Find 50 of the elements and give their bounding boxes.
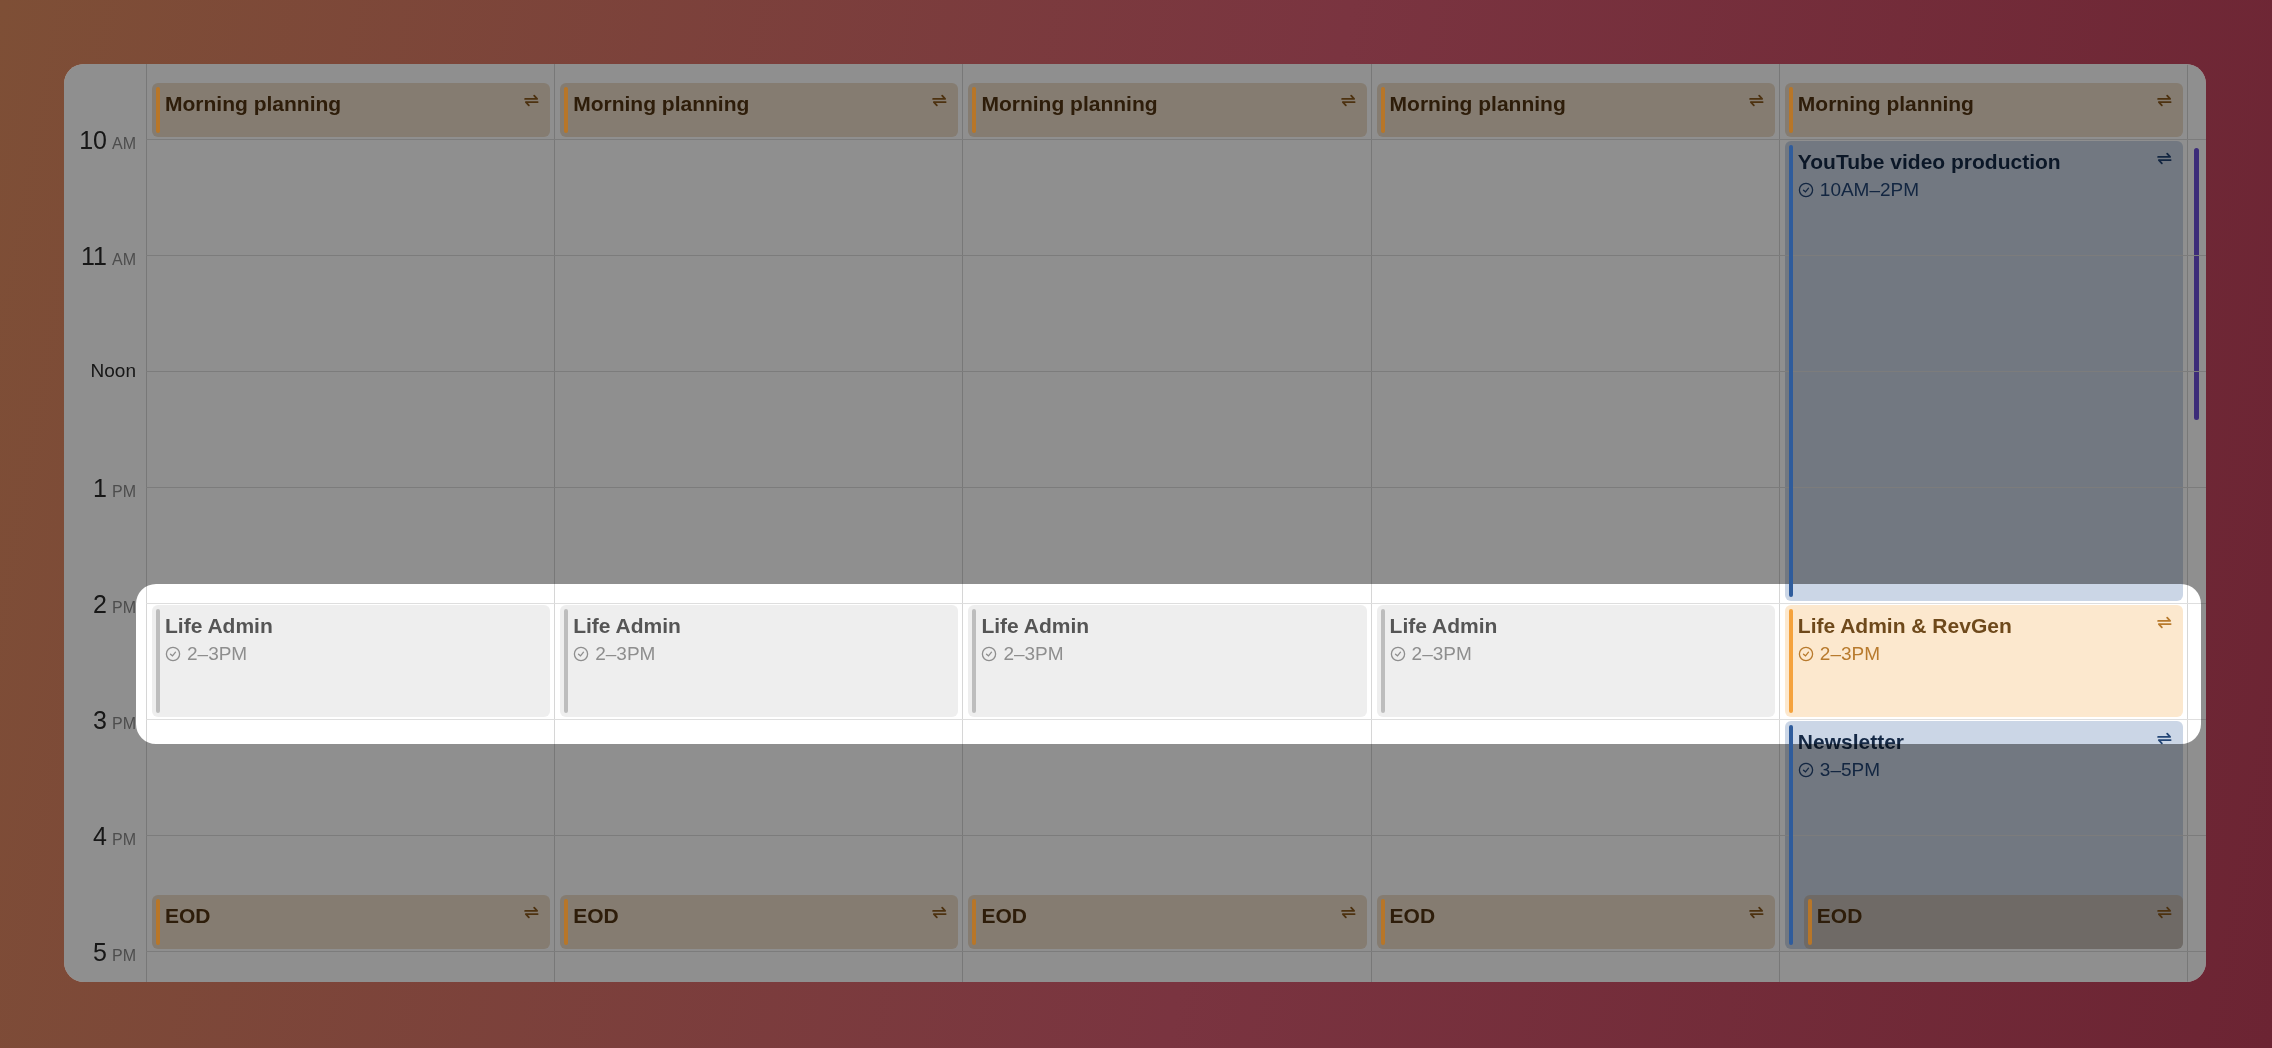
event-time: 2–3PM [187,642,248,666]
event-card[interactable]: Life Admin & RevGen 2–3PM [1784,605,2183,717]
event-time: 2–3PM [595,642,656,666]
event-card[interactable]: Life Admin 2–3PM [968,605,1367,717]
period-label: PM [112,946,136,966]
clock-icon [1797,762,1814,778]
clock-icon [1797,182,1814,198]
event-card[interactable]: Life Admin 2–3PM [152,605,551,717]
hour-label: 1 [93,473,107,504]
event-title: Morning planning [981,91,1159,117]
event-time: 2–3PM [1819,642,1880,666]
event-title: Life Admin & RevGen [1797,613,2013,639]
hour-label: 5 [93,937,107,968]
event-title: Morning planning [165,91,343,117]
hour-label: 3 [93,705,107,736]
period-label: AM [112,250,136,270]
hour-label: 2 [93,589,107,620]
clock-icon [981,646,998,662]
period-label: PM [112,714,136,734]
event-title: EOD [573,903,620,929]
event-time: 10AM–2PM [1819,178,1920,202]
hour-label: 11 [81,241,107,272]
hour-label: Noon [90,359,136,383]
event-title: Life Admin [573,613,682,639]
event-title: Morning planning [1797,91,1975,117]
period-label: PM [112,830,136,850]
event-card[interactable]: Life Admin 2–3PM [1376,605,1775,717]
event-title: Morning planning [573,91,751,117]
hour-label: 10 [79,125,107,156]
event-title: EOD [981,903,1028,929]
event-card[interactable]: Life Admin 2–3PM [560,605,959,717]
event-title: EOD [165,903,212,929]
hour-label: 4 [93,821,107,852]
event-title: Life Admin [981,613,1091,639]
period-label: AM [112,134,136,154]
clock-icon [573,646,590,662]
event-title: Life Admin [165,613,274,639]
period-label: PM [112,482,136,502]
period-label: PM [112,598,136,618]
clock-icon [165,646,181,662]
event-title: EOD [1816,903,1864,929]
event-time: 2–3PM [1411,642,1472,666]
event-title: YouTube video production [1797,149,2062,175]
clock-icon [1797,646,1814,662]
event-time: 2–3PM [1003,642,1064,666]
event-title: Life Admin [1389,613,1499,639]
clock-icon [1389,646,1406,662]
event-time: 3–5PM [1819,758,1880,782]
event-title: Morning planning [1389,91,1567,117]
event-title: EOD [1389,903,1437,929]
